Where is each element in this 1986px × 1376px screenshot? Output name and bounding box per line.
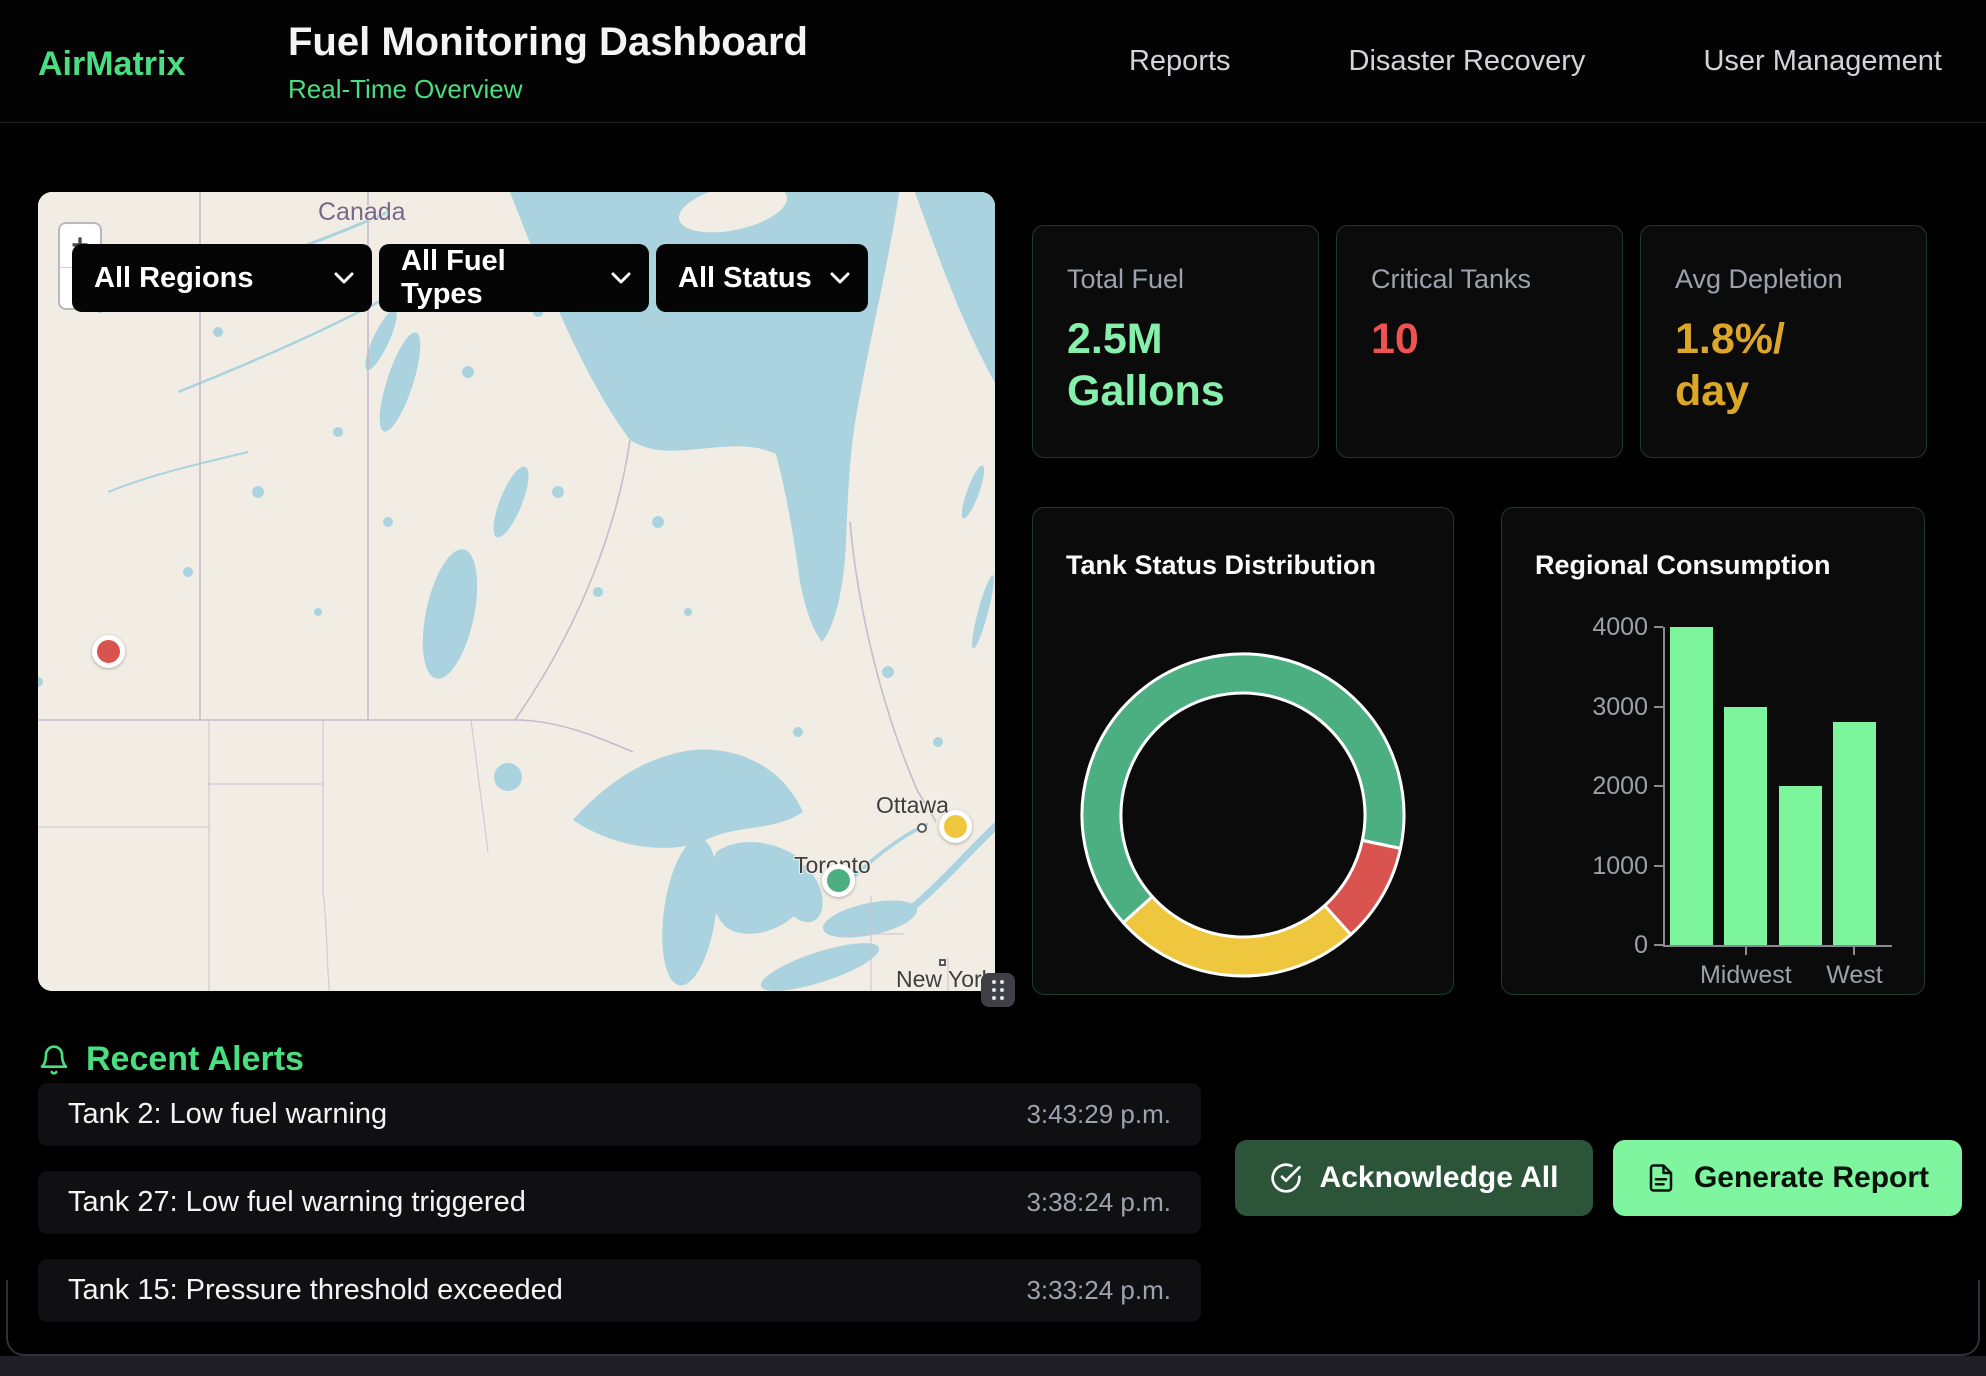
bottom-scrollbar-track[interactable] bbox=[0, 1356, 1986, 1376]
map-city-label-new-york: New York bbox=[896, 966, 993, 991]
fuel-type-filter-dropdown[interactable]: All Fuel Types bbox=[379, 244, 649, 312]
tank-marker-normal[interactable] bbox=[822, 864, 855, 897]
acknowledge-all-button[interactable]: Acknowledge All bbox=[1235, 1140, 1593, 1216]
map-country-label: Canada bbox=[318, 198, 406, 227]
stat-value: 1.8%/ day bbox=[1675, 313, 1892, 418]
alert-text: Tank 2: Low fuel warning bbox=[68, 1098, 387, 1131]
stat-label: Avg Depletion bbox=[1675, 264, 1892, 295]
region-filter-dropdown[interactable]: All Regions bbox=[72, 244, 372, 312]
generate-report-button[interactable]: Generate Report bbox=[1613, 1140, 1962, 1216]
recent-alerts-title: Recent Alerts bbox=[86, 1040, 304, 1079]
tank-status-distribution-card: Tank Status Distribution bbox=[1032, 507, 1454, 995]
y-axis-tick-label: 4000 bbox=[1568, 613, 1648, 642]
regional-consumption-bar-chart[interactable]: 01000200030004000MidwestWest bbox=[1502, 508, 1926, 996]
stat-label: Total Fuel bbox=[1067, 264, 1284, 295]
map-city-label-ottawa: Ottawa bbox=[876, 792, 949, 819]
x-axis-tick-label: West bbox=[1784, 961, 1924, 990]
stat-label: Critical Tanks bbox=[1371, 264, 1588, 295]
main-nav: Reports Disaster Recovery User Managemen… bbox=[1129, 0, 1942, 123]
recent-alerts-header: Recent Alerts bbox=[38, 1040, 304, 1079]
bar-1 bbox=[1724, 707, 1767, 946]
stat-card-critical-tanks: Critical Tanks 10 bbox=[1336, 225, 1623, 458]
tank-marker-critical[interactable] bbox=[92, 635, 125, 668]
bar-0 bbox=[1670, 627, 1713, 945]
fuel-type-filter-value: All Fuel Types bbox=[401, 245, 595, 311]
header-bar: AirMatrix Fuel Monitoring Dashboard Real… bbox=[0, 0, 1986, 123]
y-axis-tick-label: 2000 bbox=[1568, 772, 1648, 801]
status-filter-value: All Status bbox=[678, 262, 812, 295]
stat-card-avg-depletion: Avg Depletion 1.8%/ day bbox=[1640, 225, 1927, 458]
bar-3 bbox=[1833, 722, 1876, 945]
bar-2 bbox=[1779, 786, 1822, 945]
stat-value: 2.5M Gallons bbox=[1067, 313, 1284, 418]
app-logo: AirMatrix bbox=[38, 45, 185, 84]
chevron-down-icon bbox=[611, 272, 631, 284]
chevron-down-icon bbox=[334, 272, 354, 284]
tank-marker-warning[interactable] bbox=[939, 810, 972, 843]
content-panel-bottom-frame bbox=[6, 1280, 1980, 1356]
map-resize-handle[interactable] bbox=[981, 973, 1015, 1007]
y-axis-tick-label: 1000 bbox=[1568, 852, 1648, 881]
report-document-icon bbox=[1646, 1162, 1676, 1194]
tank-map[interactable]: Canada + − All Regions All Fuel Types Al… bbox=[38, 192, 995, 991]
donut-chart-title: Tank Status Distribution bbox=[1066, 550, 1376, 581]
alert-row[interactable]: Tank 27: Low fuel warning triggered 3:38… bbox=[38, 1171, 1201, 1234]
page-title: Fuel Monitoring Dashboard bbox=[288, 20, 808, 65]
alert-time: 3:43:29 p.m. bbox=[1026, 1099, 1171, 1130]
map-filter-bar: All Regions All Fuel Types All Status bbox=[72, 244, 868, 312]
y-axis-tick-label: 0 bbox=[1568, 931, 1648, 960]
alert-text: Tank 27: Low fuel warning triggered bbox=[68, 1186, 526, 1219]
y-axis-tick-label: 3000 bbox=[1568, 693, 1648, 722]
status-filter-dropdown[interactable]: All Status bbox=[656, 244, 868, 312]
dashboard-page: AirMatrix Fuel Monitoring Dashboard Real… bbox=[0, 0, 1986, 1376]
page-subtitle: Real-Time Overview bbox=[288, 74, 523, 105]
tank-status-donut-chart[interactable] bbox=[1033, 508, 1455, 996]
ottawa-town-symbol bbox=[917, 823, 927, 833]
regional-consumption-card: Regional Consumption 01000200030004000Mi… bbox=[1501, 507, 1925, 995]
region-filter-value: All Regions bbox=[94, 262, 254, 295]
chevron-down-icon bbox=[830, 272, 850, 284]
nav-item-disaster-recovery[interactable]: Disaster Recovery bbox=[1349, 45, 1586, 78]
alert-time: 3:38:24 p.m. bbox=[1026, 1187, 1171, 1218]
nav-item-user-management[interactable]: User Management bbox=[1703, 45, 1942, 78]
check-circle-icon bbox=[1270, 1162, 1302, 1194]
bell-icon bbox=[38, 1044, 70, 1076]
new-york-town-symbol bbox=[939, 959, 946, 966]
alert-row[interactable]: Tank 2: Low fuel warning 3:43:29 p.m. bbox=[38, 1083, 1201, 1146]
stat-value: 10 bbox=[1371, 313, 1588, 365]
stat-card-total-fuel: Total Fuel 2.5M Gallons bbox=[1032, 225, 1319, 458]
nav-item-reports[interactable]: Reports bbox=[1129, 45, 1231, 78]
